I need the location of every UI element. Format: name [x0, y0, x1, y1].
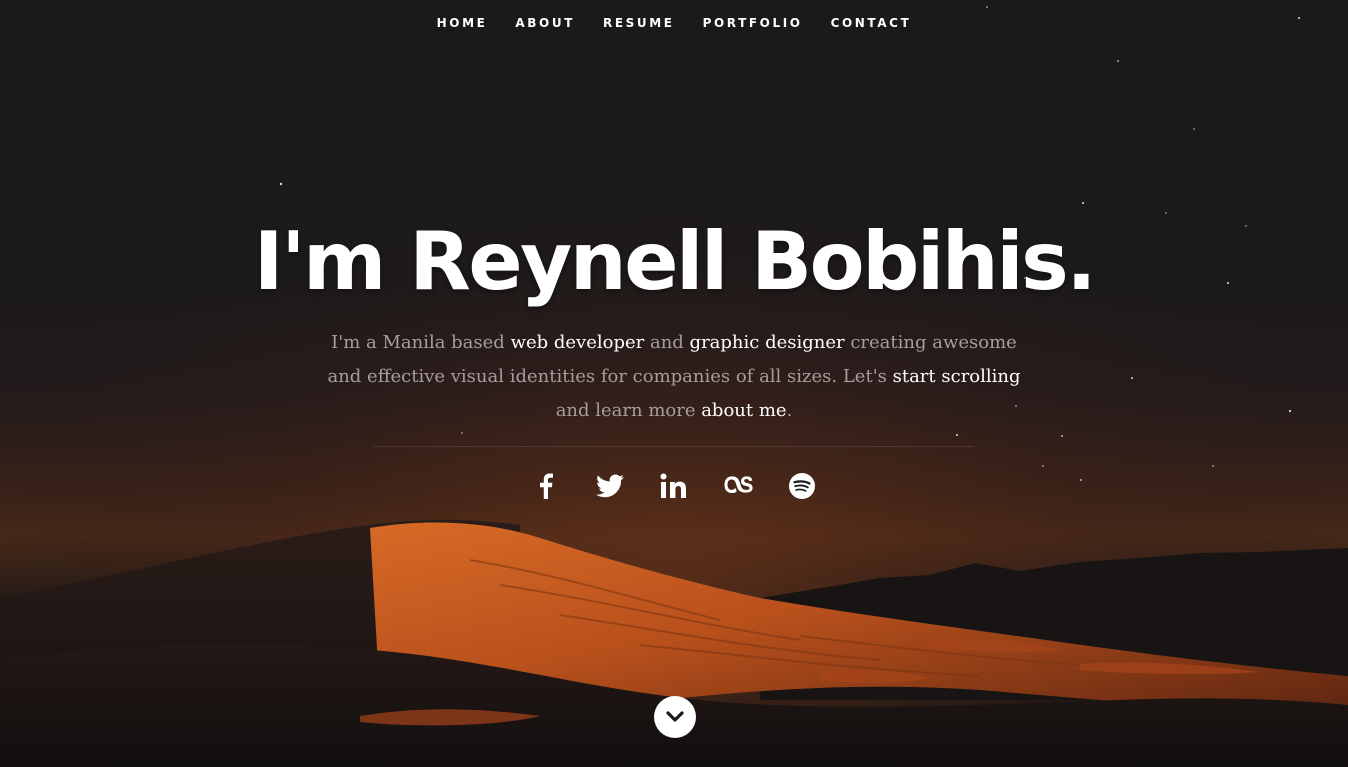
intro-text-1: I'm a Manila based — [331, 332, 511, 353]
twitter-link[interactable] — [594, 468, 626, 504]
social-links — [0, 468, 1348, 504]
intro-text-4: and learn more — [555, 400, 702, 421]
intro-text-5: . — [786, 400, 793, 421]
divider — [374, 446, 974, 447]
main-nav: HOME ABOUT RESUME PORTFOLIO CONTACT — [0, 0, 1348, 46]
nav-home[interactable]: HOME — [437, 16, 488, 30]
lastfm-icon — [724, 476, 753, 493]
intro-graphic-designer: graphic designer — [689, 332, 845, 353]
lastfm-link[interactable] — [722, 468, 754, 504]
scroll-down-button[interactable] — [654, 696, 696, 738]
intro-text-2: and — [644, 332, 690, 353]
intro-about-me-link[interactable]: about me — [701, 400, 786, 421]
facebook-link[interactable] — [530, 468, 562, 504]
nav-about[interactable]: ABOUT — [515, 16, 575, 30]
hero-headline: I'm Reynell Bobihis. — [253, 215, 1097, 308]
intro-web-developer: web developer — [510, 332, 645, 353]
hero-intro: I'm a Manila based web developer and gra… — [324, 326, 1024, 428]
nav-contact[interactable]: CONTACT — [831, 16, 912, 30]
hero-section: HOME ABOUT RESUME PORTFOLIO CONTACT I'm … — [0, 0, 1348, 767]
spotify-icon — [789, 473, 815, 499]
linkedin-link[interactable] — [658, 468, 690, 504]
facebook-icon — [540, 473, 553, 499]
spotify-link[interactable] — [786, 468, 818, 504]
nav-portfolio[interactable]: PORTFOLIO — [703, 16, 803, 30]
chevron-down-icon — [666, 711, 684, 722]
twitter-icon — [596, 474, 624, 498]
intro-start-scrolling-link[interactable]: start scrolling — [893, 366, 1021, 387]
nav-resume[interactable]: RESUME — [603, 16, 675, 30]
linkedin-icon — [660, 473, 686, 498]
